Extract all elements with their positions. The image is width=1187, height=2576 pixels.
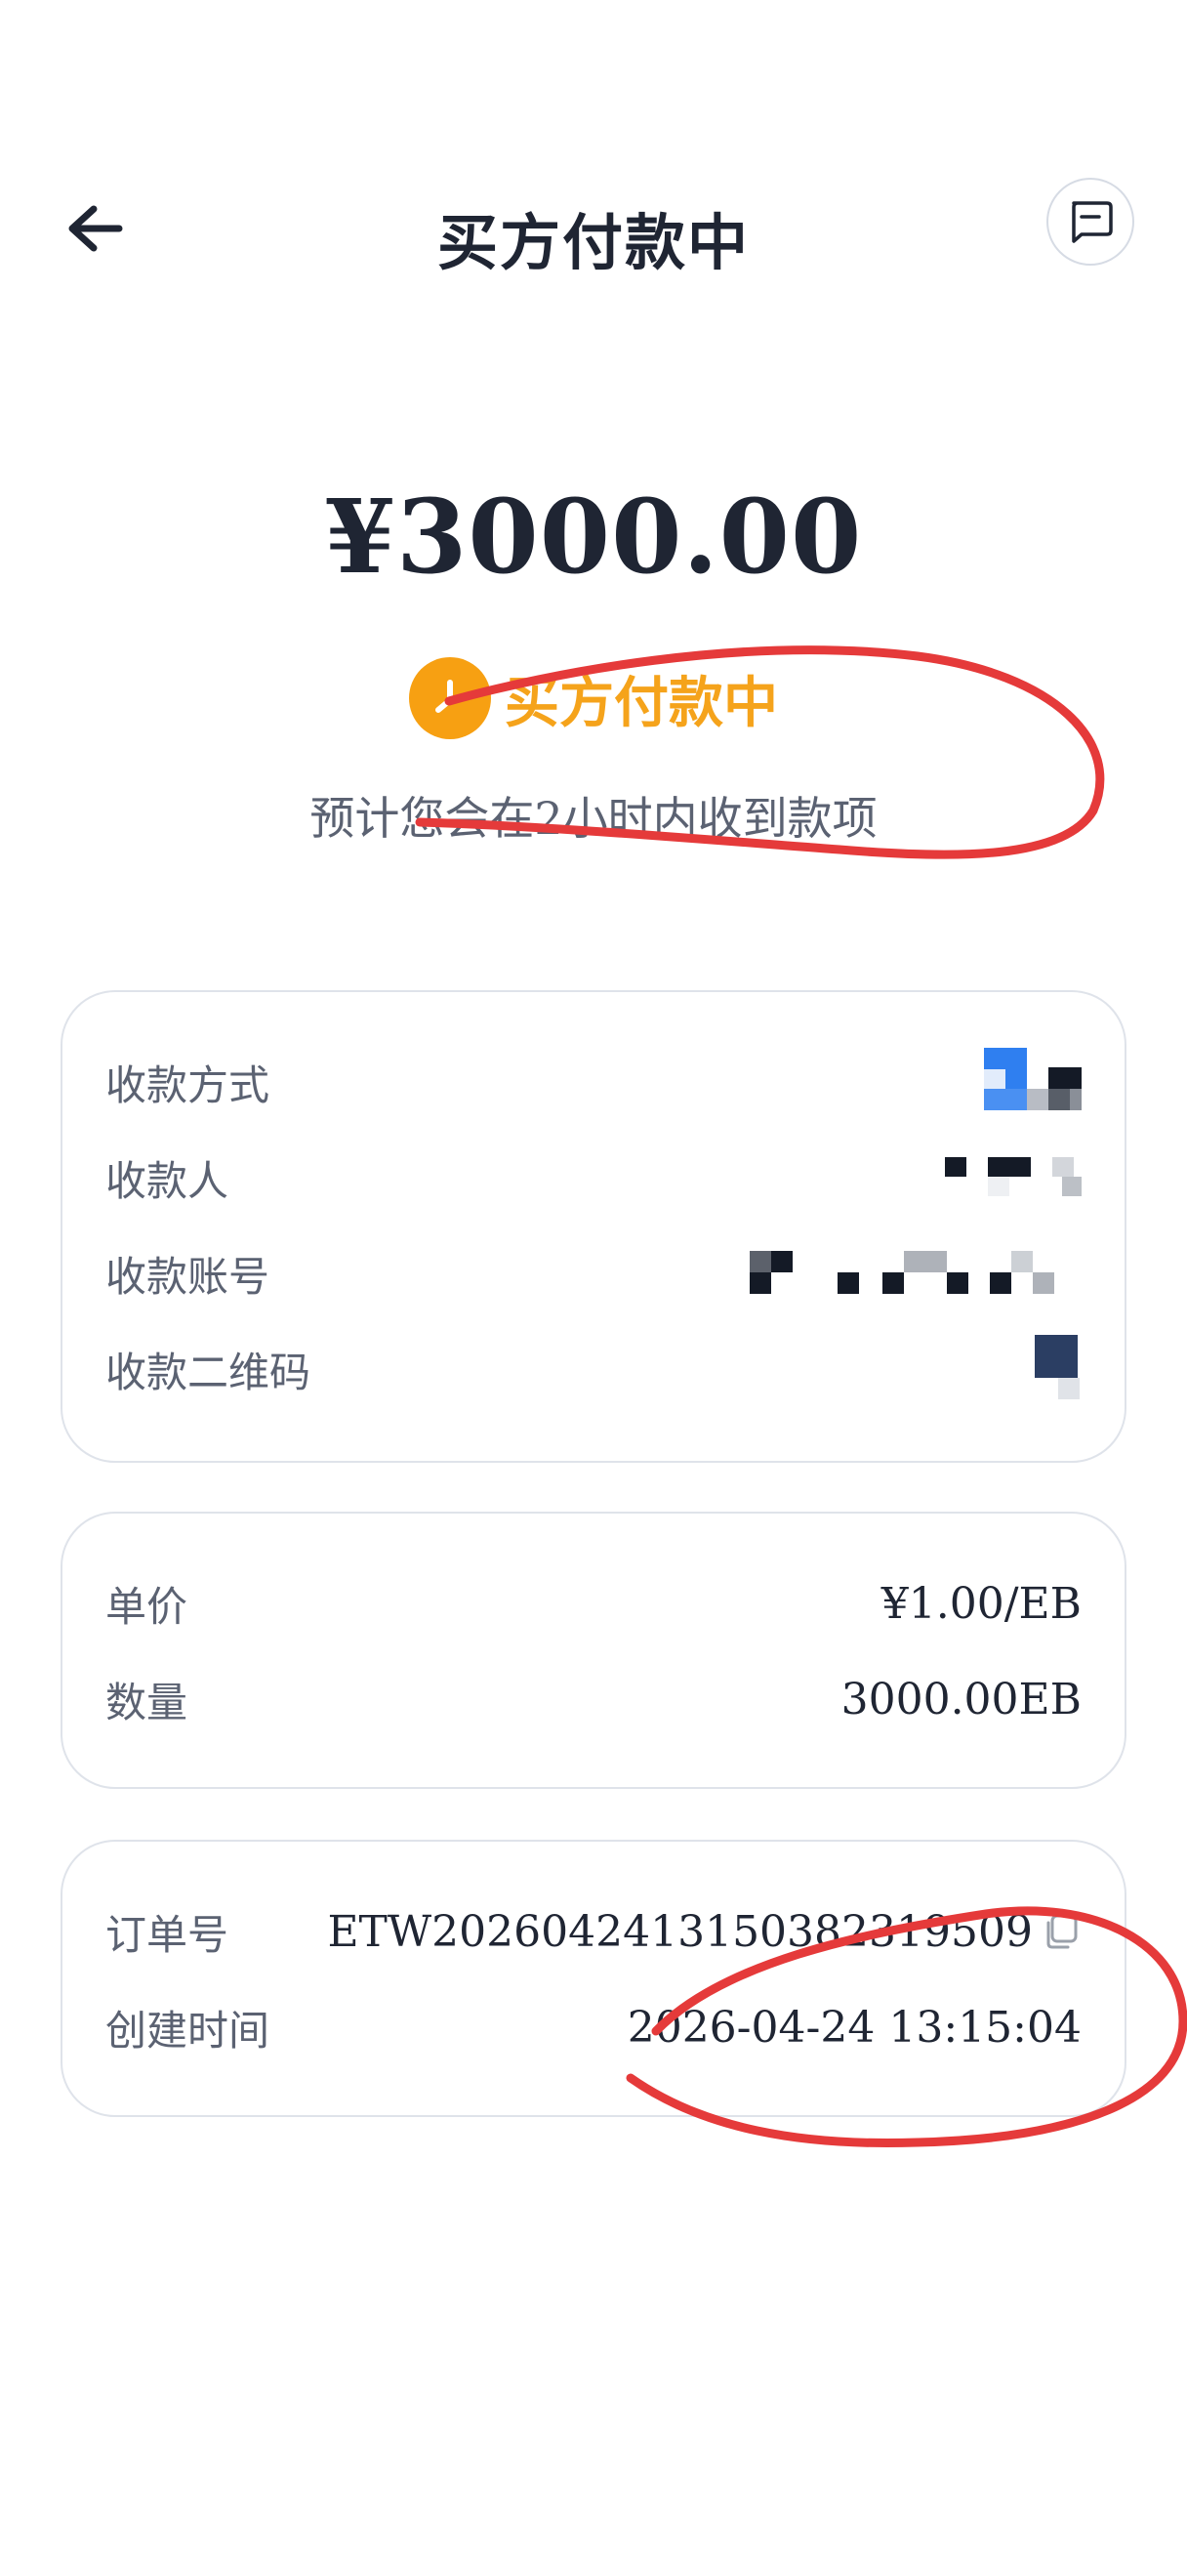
quantity-row: 数量 3000.00EB [105, 1670, 1082, 1728]
payment-method-row: 收款方式 [105, 1048, 1082, 1111]
payment-method-pixelated [925, 1048, 1082, 1116]
quantity-value: 3000.00EB [840, 1674, 1082, 1724]
payee-pixelated [925, 1153, 1082, 1202]
clock-icon [409, 657, 491, 739]
unit-price-row: 单价 ¥1.00/EB [105, 1574, 1082, 1633]
order-amount: ¥3000.00 [324, 477, 863, 597]
created-time-label: 创建时间 [105, 2006, 270, 2055]
chat-button[interactable] [1046, 178, 1134, 266]
message-icon [1072, 201, 1113, 243]
status-row: 买方付款中 [0, 654, 1187, 742]
status-note: 预计您会在2小时内收到款项 [309, 792, 878, 845]
account-row: 收款账号 [105, 1244, 1082, 1303]
payment-info-card: 收款方式 收款人 收款账号 收款二维码 [61, 990, 1126, 1463]
copy-icon[interactable] [1039, 1910, 1082, 1953]
qrcode-row: 收款二维码 [105, 1335, 1082, 1399]
order-number-label: 订单号 [105, 1910, 229, 1959]
payee-label: 收款人 [105, 1156, 229, 1205]
top-bar: 买方付款中 [0, 156, 1187, 293]
account-pixelated [750, 1249, 1082, 1298]
order-number-value: ETW20260424131503823195​09 [327, 1906, 1033, 1957]
payment-method-label: 收款方式 [105, 1060, 270, 1109]
payee-row: 收款人 [105, 1148, 1082, 1207]
status-text: 买方付款中 [505, 670, 778, 735]
order-card: 订单号 ETW20260424131503823195​09 创建时间 2026… [61, 1840, 1126, 2117]
quantity-label: 数量 [105, 1678, 188, 1726]
page-title: 买方付款中 [436, 207, 750, 278]
price-card: 单价 ¥1.00/EB 数量 3000.00EB [61, 1512, 1126, 1789]
order-number-row: 订单号 ETW20260424131503823195​09 [105, 1902, 1082, 1961]
created-time-row: 创建时间 2026-04-24 13:15:04 [105, 1998, 1082, 2057]
qrcode-pixelated[interactable] [1033, 1335, 1082, 1403]
qrcode-label: 收款二维码 [105, 1348, 311, 1396]
account-label: 收款账号 [105, 1252, 270, 1301]
created-time-value: 2026-04-24 13:15:04 [627, 2002, 1082, 2053]
unit-price-label: 单价 [105, 1582, 188, 1631]
unit-price-value: ¥1.00/EB [880, 1578, 1082, 1629]
